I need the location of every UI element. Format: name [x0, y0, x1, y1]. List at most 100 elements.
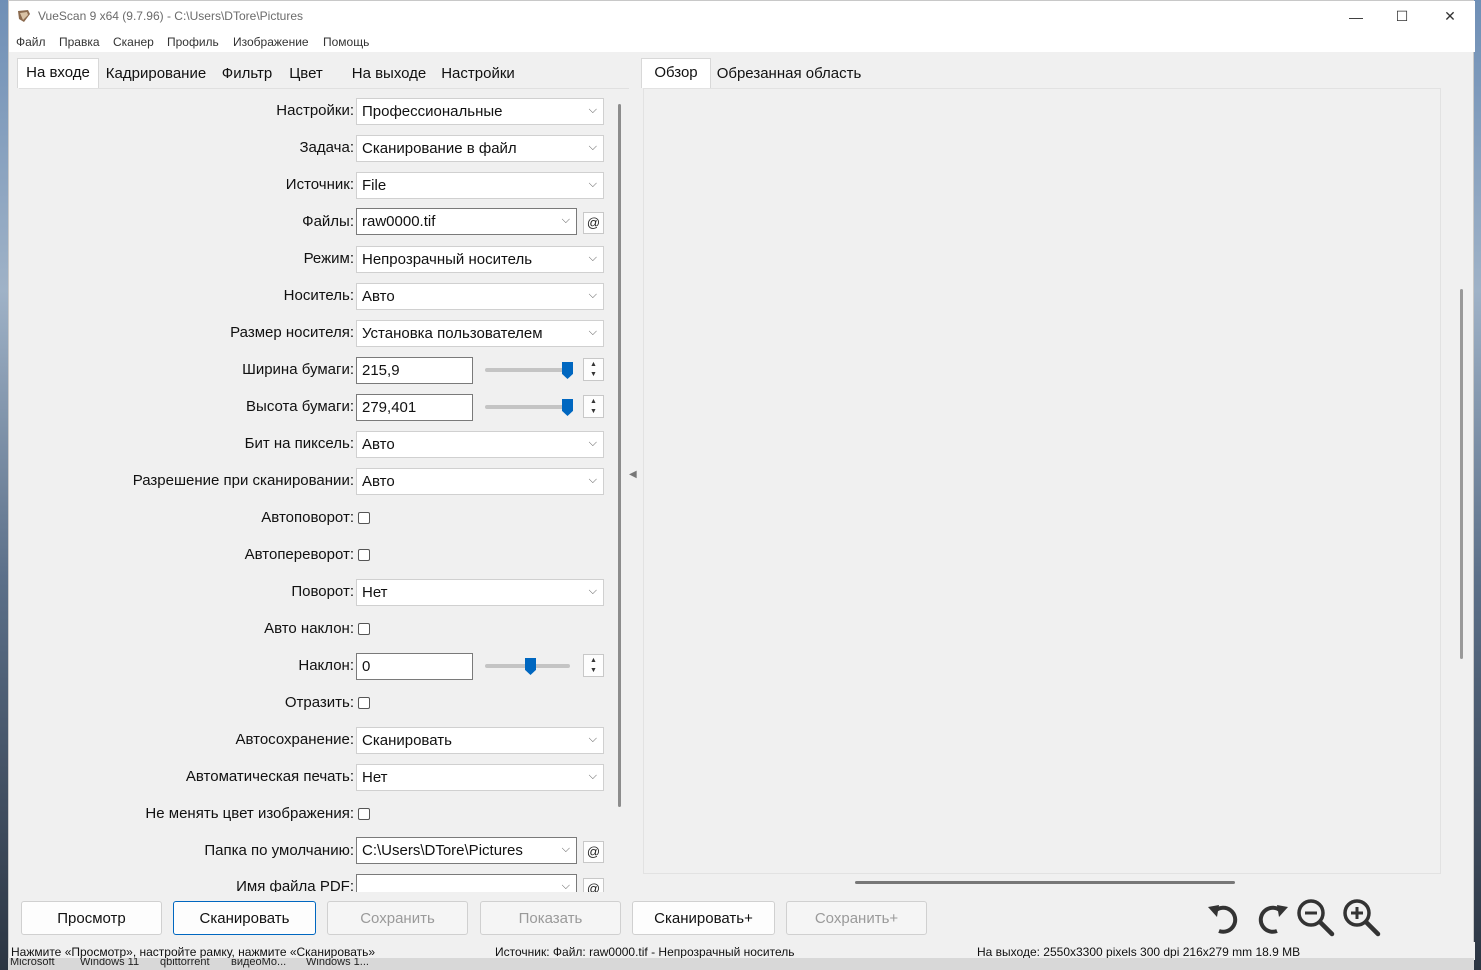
tab-cropped-area[interactable]: Обрезанная область [713, 60, 865, 88]
maximize-icon: ☐ [1395, 8, 1409, 24]
paper-width-label: Ширина бумаги: [242, 361, 354, 378]
autorotate-checkbox[interactable] [358, 512, 370, 524]
menu-image[interactable]: Изображение [233, 35, 309, 49]
rotate-value: Нет [362, 584, 388, 601]
tab-input[interactable]: На входе [17, 58, 99, 88]
preview-canvas[interactable] [643, 88, 1441, 874]
autoflip-checkbox[interactable] [358, 549, 370, 561]
preview-button[interactable]: Просмотр [21, 901, 162, 935]
rotate-left-icon[interactable] [1205, 897, 1245, 937]
chevron-down-icon: ⌵ [588, 289, 597, 301]
taskbar-item[interactable]: qbittorrent [160, 958, 210, 968]
autosave-select[interactable]: Сканировать ⌵ [356, 727, 604, 754]
chevron-down-icon: ⌵ [561, 214, 570, 226]
keep-color-label: Не менять цвет изображения: [145, 805, 354, 822]
chevron-down-icon: ⌵ [588, 104, 597, 116]
skew-label: Наклон: [298, 657, 354, 674]
default-folder-browse-button[interactable]: @ [583, 841, 604, 863]
preview-horizontal-scrollbar[interactable] [855, 881, 1235, 884]
show-button[interactable]: Показать [480, 901, 621, 935]
tab-color[interactable]: Цвет [281, 60, 331, 88]
media-select[interactable]: Авто ⌵ [356, 283, 604, 310]
paper-width-slider[interactable] [485, 368, 570, 372]
paper-height-slider-thumb[interactable] [562, 399, 573, 416]
preview-vertical-scrollbar[interactable] [1460, 289, 1463, 659]
task-select[interactable]: Сканирование в файл ⌵ [356, 135, 604, 162]
tab-crop[interactable]: Кадрирование [100, 60, 212, 88]
default-folder-select[interactable]: C:\Users\DTore\Pictures ⌵ [356, 837, 577, 864]
mirror-checkbox[interactable] [358, 697, 370, 709]
files-select[interactable]: raw0000.tif ⌵ [356, 208, 577, 235]
menu-edit[interactable]: Правка [59, 35, 100, 49]
paper-width-slider-thumb[interactable] [562, 362, 573, 379]
paper-height-slider[interactable] [485, 405, 570, 409]
menu-scanner[interactable]: Сканер [113, 35, 154, 49]
taskbar-strip: Microsoft Windows 11 qbittorrent видеоМо… [8, 958, 1474, 970]
skew-input[interactable]: 0 [356, 653, 473, 680]
autosave-label: Автосохранение: [235, 731, 354, 748]
default-folder-value: C:\Users\DTore\Pictures [362, 842, 523, 859]
minimize-icon: — [1349, 8, 1363, 25]
save-button[interactable]: Сохранить [327, 901, 468, 935]
media-size-value: Установка пользователем [362, 325, 543, 342]
settings-select[interactable]: Профессиональные ⌵ [356, 98, 604, 125]
menu-file[interactable]: Файл [16, 35, 46, 49]
autoskew-label: Авто наклон: [264, 620, 354, 637]
window-title: VueScan 9 x64 (9.7.96) - C:\Users\DTore\… [38, 9, 303, 23]
scan-button[interactable]: Сканировать [173, 901, 316, 935]
tab-preview[interactable]: Обзор [641, 58, 711, 88]
settings-scrollbar[interactable] [618, 104, 621, 807]
preview-panel: Обзор Обрезанная область [641, 56, 1467, 892]
media-label: Носитель: [283, 287, 354, 304]
bits-select[interactable]: Авто ⌵ [356, 431, 604, 458]
resolution-select[interactable]: Авто ⌵ [356, 468, 604, 495]
media-size-select[interactable]: Установка пользователем ⌵ [356, 320, 604, 347]
tab-output[interactable]: На выходе [346, 60, 432, 88]
paper-height-stepper[interactable]: ▲ ▼ [583, 395, 604, 418]
chevron-down-icon: ⌵ [561, 843, 570, 855]
close-button[interactable]: ✕ [1427, 1, 1473, 32]
preview-tabs: Обзор Обрезанная область [641, 58, 1253, 88]
files-browse-button[interactable]: @ [583, 212, 604, 234]
paper-width-stepper[interactable]: ▲ ▼ [583, 358, 604, 381]
paper-height-input[interactable]: 279,401 [356, 394, 473, 421]
menu-help[interactable]: Помощь [323, 35, 369, 49]
menu-profile[interactable]: Профиль [167, 35, 219, 49]
taskbar-item[interactable]: Microsoft [10, 958, 55, 968]
status-hint: Нажмите «Просмотр», настройте рамку, наж… [11, 945, 376, 959]
zoom-out-icon[interactable] [1295, 897, 1335, 937]
mode-select[interactable]: Непрозрачный носитель ⌵ [356, 246, 604, 273]
media-size-label: Размер носителя: [230, 324, 354, 341]
resolution-value: Авто [362, 473, 395, 490]
chevron-down-icon: ⌵ [588, 585, 597, 597]
save-plus-button[interactable]: Сохранить+ [786, 901, 927, 935]
maximize-button[interactable]: ☐ [1379, 1, 1425, 32]
tab-prefs[interactable]: Настройки [435, 60, 521, 88]
keep-color-checkbox[interactable] [358, 808, 370, 820]
collapse-panel-icon[interactable]: ◀ [629, 469, 637, 480]
scan-plus-button[interactable]: Сканировать+ [632, 901, 775, 935]
pdf-name-browse-button[interactable]: @ [583, 878, 604, 892]
pdf-name-label: Имя файла PDF: [236, 878, 354, 892]
taskbar-item[interactable]: видеоМо... [231, 958, 286, 968]
paper-width-input[interactable]: 215,9 [356, 357, 473, 384]
title-bar[interactable]: VueScan 9 x64 (9.7.96) - C:\Users\DTore\… [9, 1, 1475, 32]
rotate-right-icon[interactable] [1251, 897, 1291, 937]
taskbar-item[interactable]: Windows 1... [306, 958, 369, 968]
zoom-in-icon[interactable] [1341, 897, 1381, 937]
settings-tabs: На входе Кадрирование Фильтр Цвет На вых… [17, 58, 629, 88]
skew-stepper[interactable]: ▲ ▼ [583, 654, 604, 677]
chevron-down-icon: ⌵ [588, 178, 597, 190]
status-input: Источник: Файл: raw0000.tif - Непрозрачн… [495, 945, 795, 959]
files-value: raw0000.tif [362, 213, 436, 230]
autoskew-checkbox[interactable] [358, 623, 370, 635]
taskbar-item[interactable]: Windows 11 [80, 958, 139, 968]
source-select[interactable]: File ⌵ [356, 172, 604, 199]
source-value: File [362, 177, 387, 194]
tab-filter[interactable]: Фильтр [215, 60, 279, 88]
rotate-select[interactable]: Нет ⌵ [356, 579, 604, 606]
skew-slider-thumb[interactable] [525, 658, 536, 675]
pdf-name-select[interactable]: ⌵ [356, 874, 577, 892]
minimize-button[interactable]: — [1333, 1, 1379, 32]
autoprint-select[interactable]: Нет ⌵ [356, 764, 604, 791]
